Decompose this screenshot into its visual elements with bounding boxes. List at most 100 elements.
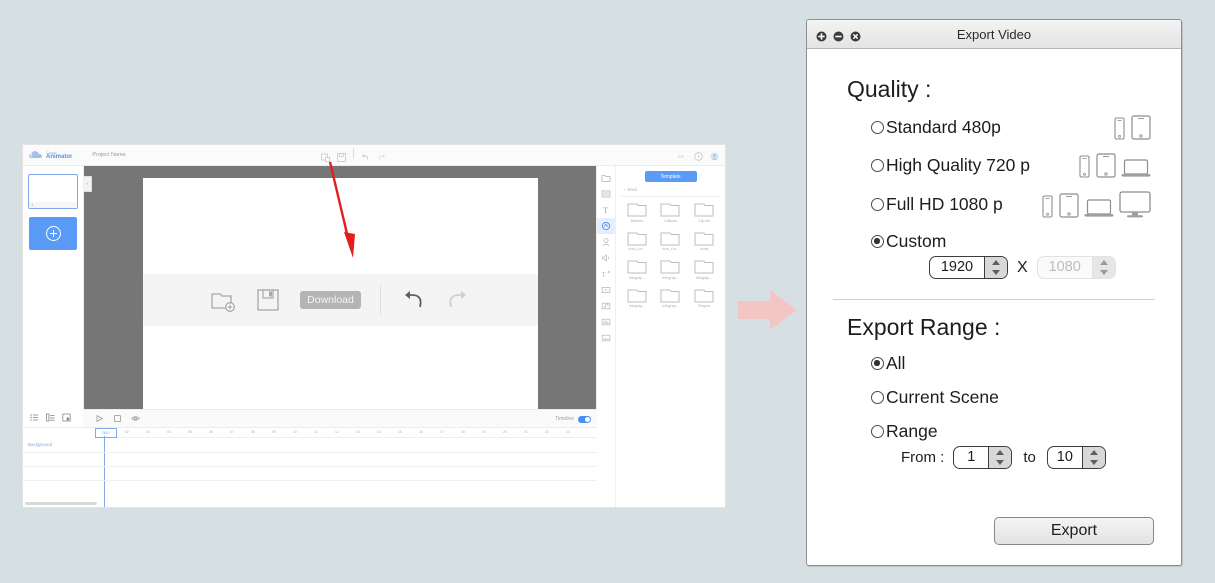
- vtool-text-icon[interactable]: T: [597, 202, 615, 218]
- project-name-field[interactable]: Project Name: [92, 152, 125, 158]
- play-icon[interactable]: [95, 410, 104, 428]
- timeline-scrollbar[interactable]: [25, 502, 97, 505]
- folder-icon: [694, 288, 714, 303]
- timeline-toggle[interactable]: [578, 415, 591, 423]
- timeline-tick: 05: [188, 430, 192, 434]
- info-icon[interactable]: [694, 148, 703, 161]
- quality-option-standard[interactable]: Standard 480p: [871, 115, 1155, 140]
- download-button[interactable]: Download: [300, 290, 361, 310]
- quality-option-custom[interactable]: Custom: [871, 231, 1155, 252]
- radio-high-quality-720p[interactable]: [871, 159, 884, 172]
- template-folder-item[interactable]: Infograp...: [687, 259, 721, 280]
- stepper-down-icon[interactable]: [996, 460, 1005, 466]
- stepper-up-icon[interactable]: [996, 449, 1005, 455]
- new-file-icon[interactable]: [321, 149, 330, 162]
- radio-custom[interactable]: [871, 235, 884, 248]
- radio-all[interactable]: [871, 357, 884, 370]
- folder-add-icon[interactable]: [210, 287, 236, 313]
- radio-current-scene[interactable]: [871, 391, 884, 404]
- export-button[interactable]: Export: [994, 517, 1154, 545]
- template-folder-item[interactable]: Shapes: [687, 288, 721, 308]
- collapse-panel-button[interactable]: ‹: [84, 176, 92, 192]
- radio-full-hd-1080p[interactable]: [871, 198, 884, 211]
- eye-icon[interactable]: [131, 410, 140, 428]
- custom-width-value[interactable]: 1920: [930, 257, 984, 278]
- add-scene-button[interactable]: [29, 217, 77, 250]
- vtool-video-icon[interactable]: [597, 282, 615, 298]
- vtool-text-add-icon[interactable]: T: [597, 266, 615, 282]
- range-to-value[interactable]: 10: [1048, 447, 1082, 468]
- template-folder-item[interactable]: Infograp...: [620, 259, 654, 280]
- width-stepper-arrows[interactable]: [984, 257, 1007, 278]
- template-folder-item[interactable]: Infograp...: [654, 288, 688, 308]
- quality-option-high[interactable]: High Quality 720 p: [871, 153, 1155, 178]
- vtool-image-icon[interactable]: [597, 330, 615, 346]
- stepper-down-icon[interactable]: [1089, 460, 1098, 466]
- range-option-range[interactable]: Range: [871, 421, 1155, 442]
- custom-width-stepper[interactable]: 1920: [929, 256, 1008, 279]
- timeline-ruler[interactable]: 0102030405060708091011121314151617181920…: [101, 428, 597, 438]
- to-stepper-arrows[interactable]: [1081, 447, 1105, 468]
- folder-icon: [627, 202, 647, 217]
- save-icon[interactable]: [337, 149, 346, 162]
- save-disk-icon[interactable]: [255, 287, 281, 313]
- template-folder-item[interactable]: Infograp...: [620, 288, 654, 308]
- template-folder-item[interactable]: Buttons: [620, 202, 654, 223]
- template-folder-item[interactable]: Infograp...: [654, 259, 688, 280]
- template-folder-item[interactable]: Callouts: [654, 202, 688, 223]
- list-icon[interactable]: [30, 409, 39, 427]
- language-en-icon[interactable]: EN: [678, 148, 687, 159]
- stepper-down-icon[interactable]: [992, 270, 1000, 276]
- quality-label: Full HD 1080 p: [886, 194, 1003, 214]
- range-option-all[interactable]: All: [871, 353, 1155, 374]
- custom-height-stepper[interactable]: 1080: [1036, 256, 1116, 279]
- range-option-current-scene[interactable]: Current Scene: [871, 387, 1155, 408]
- stepper-up-icon[interactable]: [992, 259, 1000, 265]
- stepper-up-icon[interactable]: [1099, 259, 1108, 265]
- chevron-left-icon: ‹: [624, 187, 626, 192]
- template-folder-item[interactable]: Icon_Lin...: [654, 231, 688, 251]
- undo-icon[interactable]: [361, 149, 370, 160]
- undo-arrow-icon[interactable]: [400, 287, 426, 313]
- playhead-time-chip[interactable]: 00.0: [95, 428, 117, 438]
- redo-arrow-icon[interactable]: [445, 287, 471, 313]
- outline-icon[interactable]: [46, 409, 55, 427]
- timeline-tick: 12: [335, 430, 339, 434]
- back-link[interactable]: ‹ Back: [624, 187, 721, 192]
- playhead-line: [104, 436, 105, 507]
- account-avatar-icon[interactable]: [710, 148, 719, 161]
- quality-label: Standard 480p: [886, 117, 1001, 137]
- range-to-stepper[interactable]: 10: [1046, 446, 1106, 469]
- redo-icon[interactable]: [377, 149, 386, 160]
- folder-icon: [694, 259, 714, 274]
- height-stepper-arrows[interactable]: [1091, 257, 1115, 278]
- vtool-shapes-icon[interactable]: [597, 218, 615, 234]
- stepper-down-icon[interactable]: [1099, 270, 1108, 276]
- vtool-folder-icon[interactable]: [597, 170, 615, 186]
- scene-thumbnail[interactable]: 1: [28, 174, 78, 209]
- range-from-stepper[interactable]: 1: [953, 446, 1013, 469]
- radio-range[interactable]: [871, 425, 884, 438]
- from-stepper-arrows[interactable]: [988, 447, 1012, 468]
- vtool-chart-icon[interactable]: [597, 314, 615, 330]
- custom-height-value[interactable]: 1080: [1038, 257, 1092, 278]
- timeline-tracks[interactable]: 0102030405060708091011121314151617181920…: [23, 427, 597, 507]
- template-folder-item[interactable]: Icons: [687, 231, 721, 251]
- vtool-audio-icon[interactable]: [597, 250, 615, 266]
- folder-icon: [627, 259, 647, 274]
- radio-standard-480p[interactable]: [871, 121, 884, 134]
- stop-icon[interactable]: [113, 410, 122, 428]
- stepper-up-icon[interactable]: [1089, 449, 1098, 455]
- vtool-list-icon[interactable]: [597, 186, 615, 202]
- track-row: [23, 466, 597, 467]
- vtool-character-icon[interactable]: [597, 234, 615, 250]
- quality-option-fullhd[interactable]: Full HD 1080 p: [871, 191, 1155, 218]
- range-from-value[interactable]: 1: [954, 447, 988, 468]
- template-folder-item[interactable]: Clip Art: [687, 202, 721, 223]
- tab-template[interactable]: Template: [644, 171, 697, 182]
- track-label-background[interactable]: Background: [28, 442, 52, 447]
- group-icon[interactable]: [62, 409, 71, 427]
- vtool-music-icon[interactable]: [597, 298, 615, 314]
- timeline-tick: 02: [125, 430, 129, 434]
- template-folder-item[interactable]: Icon_Lin...: [620, 231, 654, 251]
